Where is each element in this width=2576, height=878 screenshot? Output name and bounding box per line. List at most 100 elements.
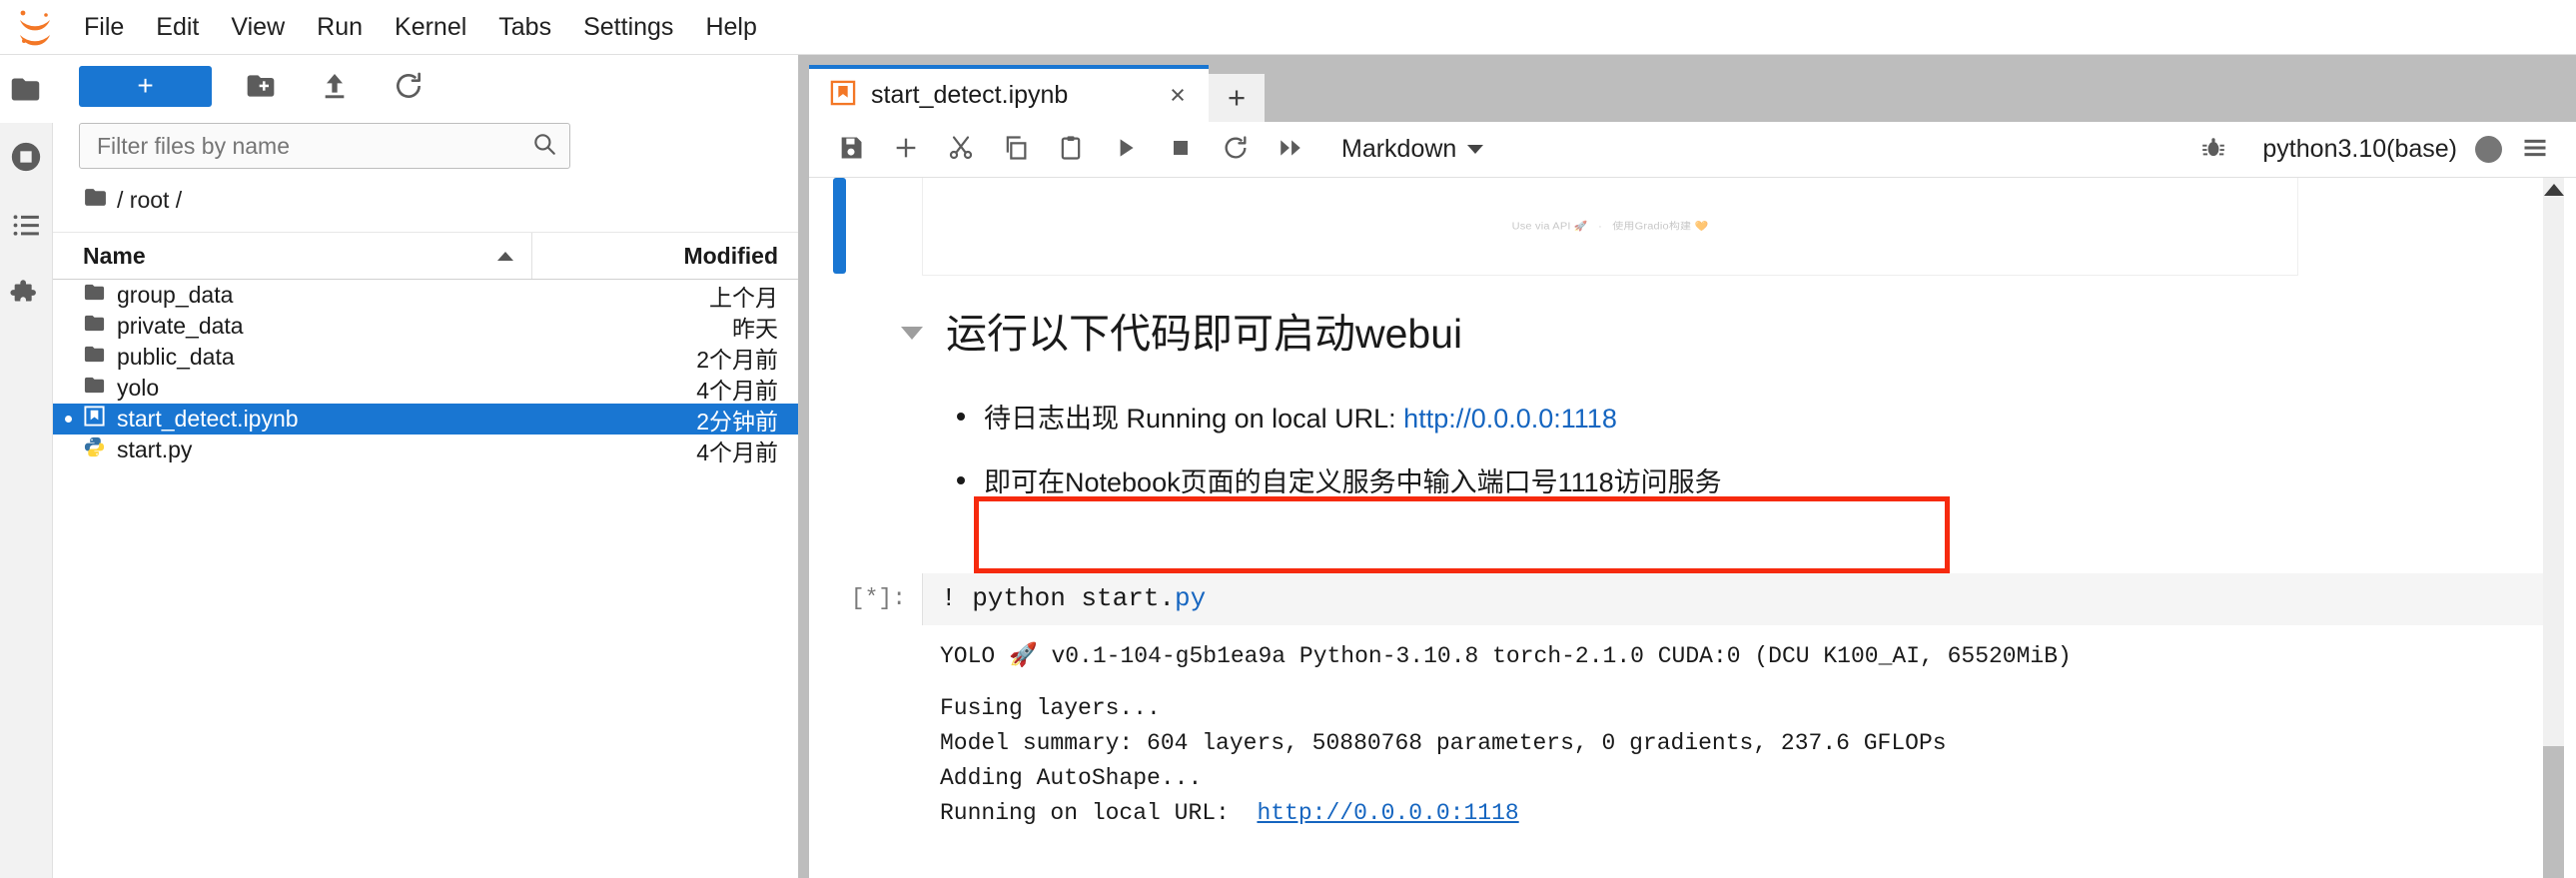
column-header-name-label: Name xyxy=(83,242,146,269)
list-item[interactable]: private_data 昨天 xyxy=(53,311,798,342)
bullet-icon xyxy=(957,413,965,421)
menu-tabs[interactable]: Tabs xyxy=(482,9,567,46)
list-item[interactable]: group_data 上个月 xyxy=(53,280,798,311)
code-editor[interactable]: ! python start.py xyxy=(922,573,2543,625)
bug-icon xyxy=(2200,135,2226,164)
code-source-prefix: ! python start. xyxy=(941,583,1176,613)
sidebar-item-table-of-contents[interactable] xyxy=(0,191,53,259)
restart-kernel-button[interactable] xyxy=(1217,131,1254,168)
menu-view[interactable]: View xyxy=(215,9,301,46)
scissors-icon xyxy=(947,134,975,165)
file-name-label: public_data xyxy=(117,344,235,370)
output-blank-line xyxy=(940,674,2543,691)
upload-button[interactable] xyxy=(304,64,366,108)
new-launcher-button[interactable]: + xyxy=(79,65,212,107)
restart-and-run-all-button[interactable] xyxy=(1272,131,1308,168)
kernel-status-indicator[interactable] xyxy=(2475,136,2502,163)
paste-button[interactable] xyxy=(1052,131,1089,168)
toolbar-right-group: python3.10(base) xyxy=(2185,131,2562,168)
file-modified-label: 4个月前 xyxy=(696,439,778,465)
vertical-scrollbar[interactable] xyxy=(2543,178,2564,878)
output-line: Fusing layers... xyxy=(940,695,1161,721)
column-header-name[interactable]: Name xyxy=(53,233,532,279)
search-icon xyxy=(531,131,557,162)
list-icon xyxy=(10,209,43,242)
file-name-label: private_data xyxy=(117,313,244,339)
folder-icon xyxy=(83,281,106,310)
sidebar-item-extension-manager[interactable] xyxy=(0,259,53,327)
list-item[interactable]: start.py 4个月前 xyxy=(53,435,798,465)
gradio-built-with-label[interactable]: 使用Gradio构建 xyxy=(1612,221,1691,232)
file-name-cell: public_data xyxy=(53,343,532,372)
file-name-label: start.py xyxy=(117,437,193,462)
rocket-icon: 🚀 xyxy=(1573,221,1588,232)
file-name-label: start_detect.ipynb xyxy=(117,406,299,432)
output-line: YOLO 🚀 v0.1-104-g5b1ea9a Python-3.10.8 t… xyxy=(940,643,2072,669)
output-line-final: Running on local URL: http://0.0.0.0:111… xyxy=(940,796,2543,831)
menu-file[interactable]: File xyxy=(68,9,140,46)
gradio-api-label[interactable]: Use via API xyxy=(1512,221,1571,232)
save-button[interactable] xyxy=(832,131,869,168)
tab-bar: start_detect.ipynb × + xyxy=(809,65,2576,122)
cell-type-dropdown[interactable]: Markdown xyxy=(1341,135,1484,164)
running-terminals-icon xyxy=(9,140,43,174)
file-filter-box[interactable] xyxy=(79,123,570,169)
kernel-name-label[interactable]: python3.10(base) xyxy=(2262,135,2457,164)
list-item[interactable]: public_data 2个月前 xyxy=(53,342,798,373)
list-item: 即可在Notebook页面的自定义服务中输入端口号1118访问服务 xyxy=(957,455,1722,509)
fast-forward-icon xyxy=(1278,135,1303,164)
chevron-down-icon xyxy=(1467,145,1484,154)
list-item-selected[interactable]: start_detect.ipynb 2分钟前 xyxy=(53,404,798,435)
bullet-text-label: 即可在Notebook页面的自定义服务中输入端口号1118访问服务 xyxy=(984,467,1722,497)
local-url-link[interactable]: http://0.0.0.0:1118 xyxy=(1403,404,1617,434)
menu-bar: File Edit View Run Kernel Tabs Settings … xyxy=(0,0,2576,55)
tab-title: start_detect.ipynb xyxy=(871,81,1069,109)
upload-icon xyxy=(319,70,351,102)
menu-help[interactable]: Help xyxy=(689,9,772,46)
refresh-button[interactable] xyxy=(378,64,439,108)
caret-up-icon[interactable] xyxy=(2543,184,2564,196)
search-input[interactable] xyxy=(97,132,531,160)
breadcrumb[interactable]: / root / xyxy=(53,169,798,233)
cell-output-area: YOLO 🚀 v0.1-104-g5b1ea9a Python-3.10.8 t… xyxy=(922,625,2543,831)
tab-start-detect[interactable]: start_detect.ipynb × xyxy=(809,65,1209,122)
notebook-menu-button[interactable] xyxy=(2516,131,2553,168)
output-url-link[interactable]: http://0.0.0.0:1118 xyxy=(1257,800,1518,826)
menu-run[interactable]: Run xyxy=(301,9,379,46)
cut-button[interactable] xyxy=(942,131,979,168)
copy-button[interactable] xyxy=(997,131,1034,168)
scrollbar-thumb[interactable] xyxy=(2543,746,2564,878)
menu-kernel[interactable]: Kernel xyxy=(379,9,482,46)
run-button[interactable] xyxy=(1107,131,1144,168)
code-source-suffix: py xyxy=(1175,583,1207,613)
stop-button[interactable] xyxy=(1162,131,1199,168)
file-browser-panel: + Filter files by name / root / Name Mod… xyxy=(53,55,799,878)
refresh-icon xyxy=(393,70,425,102)
debugger-toggle-button[interactable] xyxy=(2194,131,2231,168)
close-icon[interactable]: × xyxy=(1161,79,1195,113)
file-name-cell: start_detect.ipynb xyxy=(53,405,532,434)
breadcrumb-path: / root / xyxy=(117,187,183,213)
rendered-output-top: Use via API 🚀 · 使用Gradio构建 🧡 xyxy=(922,178,2298,276)
notebook-panel: start_detect.ipynb × + Markdown python3.… xyxy=(809,65,2576,878)
sidebar-item-file-browser[interactable] xyxy=(0,55,53,123)
insert-cell-button[interactable] xyxy=(887,131,924,168)
sidebar-item-running-sessions[interactable] xyxy=(0,123,53,191)
file-name-cell: start.py xyxy=(53,436,532,464)
file-modified-label: 上个月 xyxy=(709,284,778,311)
column-header-modified[interactable]: Modified xyxy=(532,243,798,270)
notebook-icon xyxy=(83,405,106,434)
menu-settings[interactable]: Settings xyxy=(567,9,689,46)
file-modified-label: 2分钟前 xyxy=(696,408,778,435)
new-folder-button[interactable] xyxy=(230,64,292,108)
file-browser-toolbar: + xyxy=(53,55,798,117)
file-modified-label: 4个月前 xyxy=(696,377,778,404)
list-item[interactable]: yolo 4个月前 xyxy=(53,373,798,404)
file-name-cell: group_data xyxy=(53,281,532,310)
collapse-chevron-icon[interactable] xyxy=(901,326,923,340)
bullet-text: 待日志出现 Running on local URL: http://0.0.0… xyxy=(984,392,1617,445)
new-tab-button[interactable]: + xyxy=(1209,74,1265,122)
folder-icon xyxy=(9,73,42,106)
menu-edit[interactable]: Edit xyxy=(140,9,215,46)
folder-icon xyxy=(83,374,106,403)
